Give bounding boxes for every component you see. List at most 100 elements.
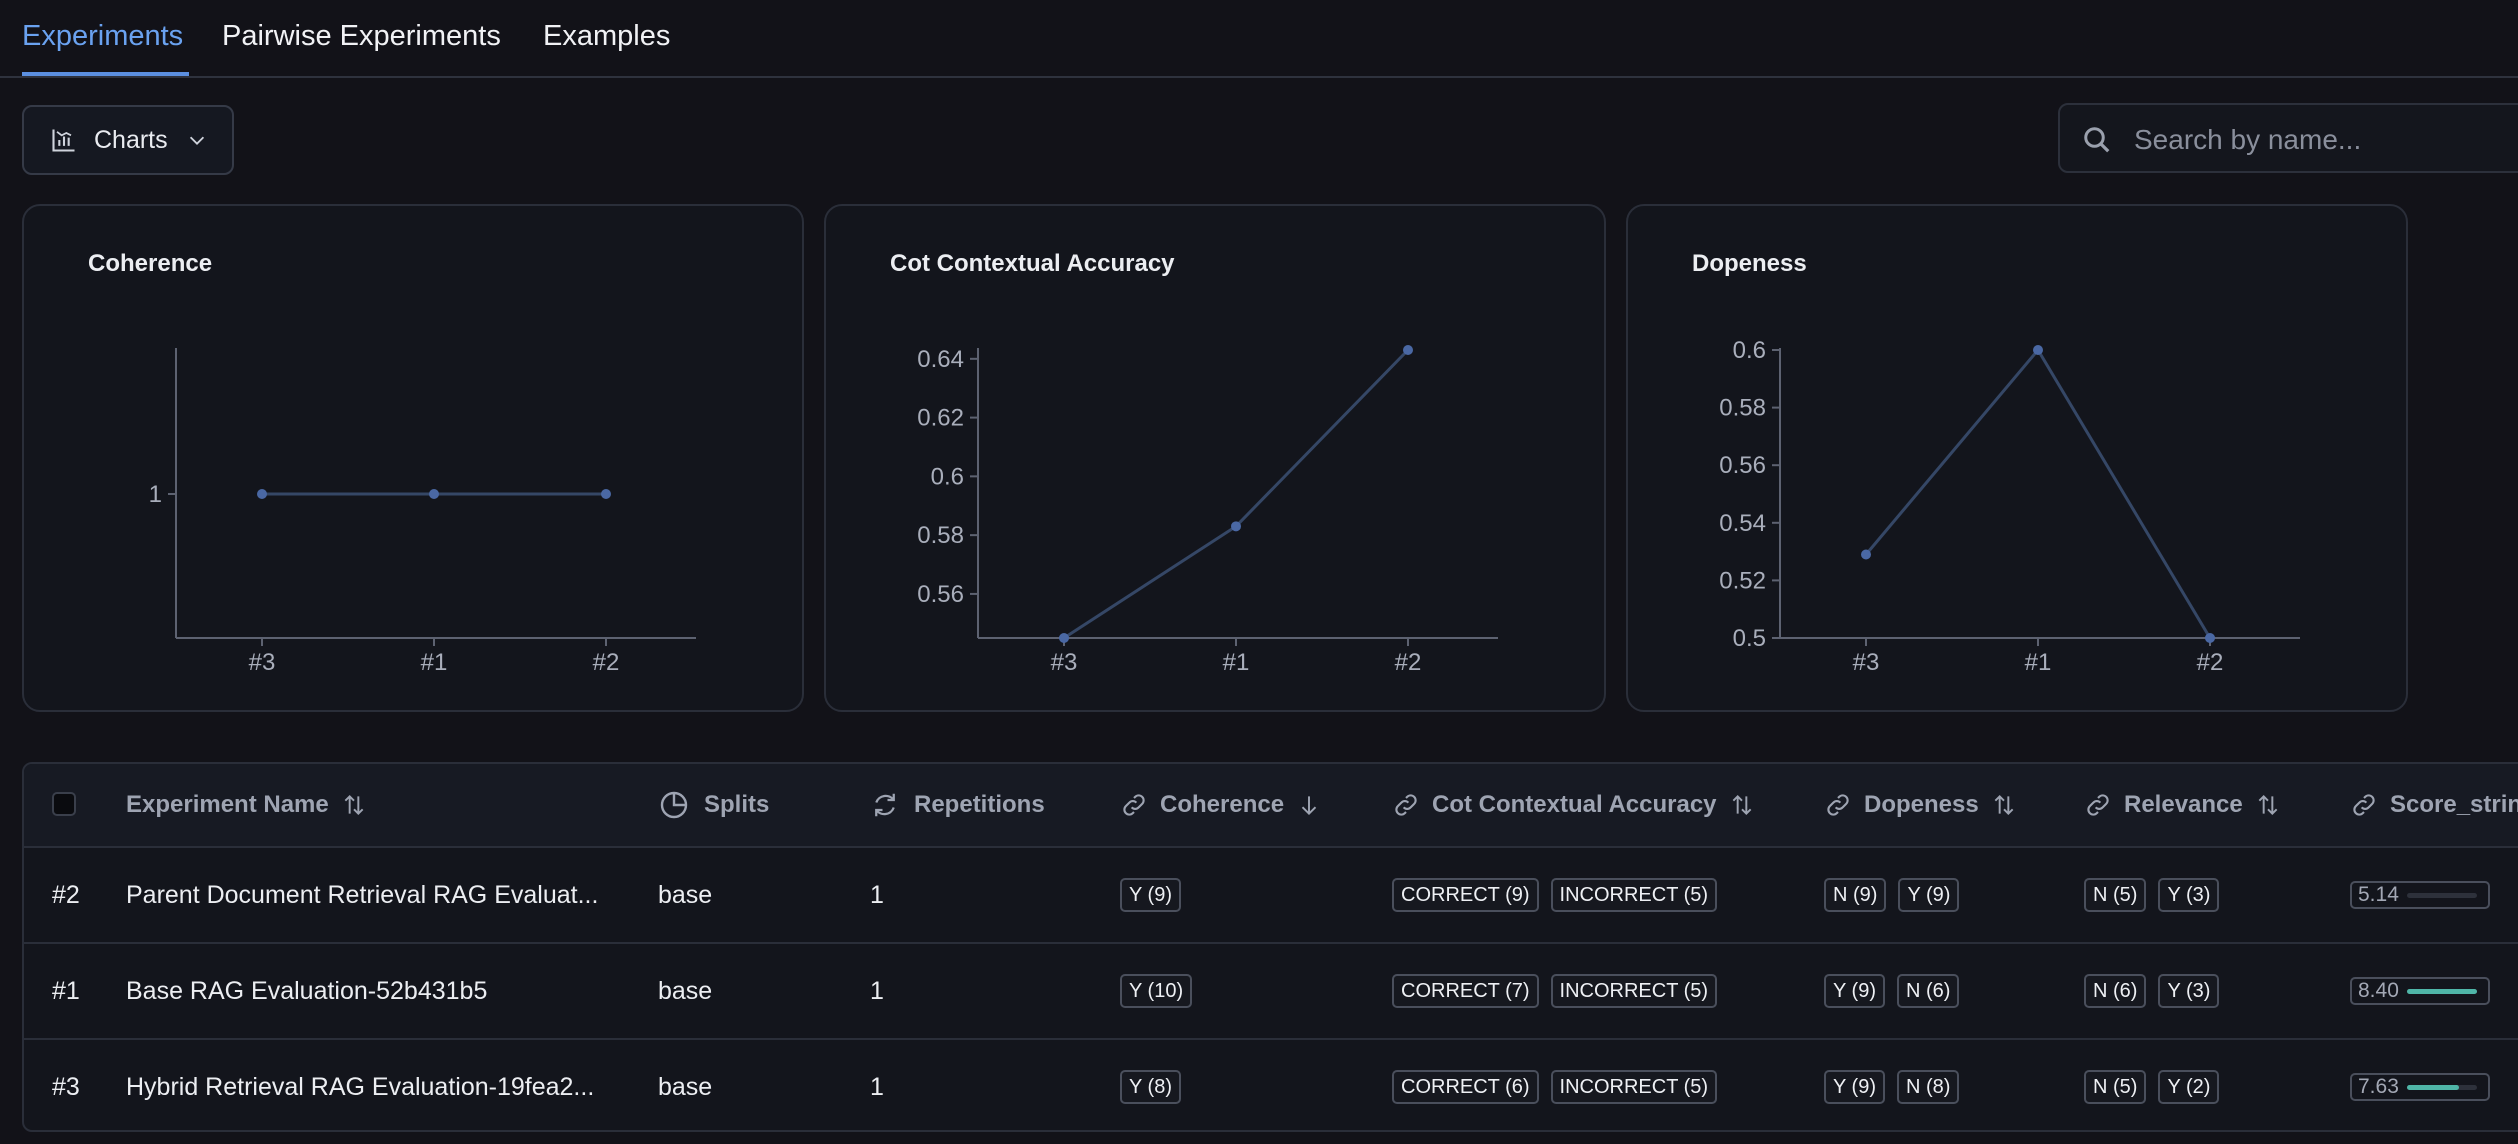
x-tick-label: #1 <box>1223 649 1250 676</box>
search-icon <box>2084 127 2110 153</box>
column-header-cot-contextual-accuracy[interactable]: Cot Contextual Accuracy <box>1392 764 1755 846</box>
column-header-label: Relevance <box>2124 791 2243 818</box>
score-value: 5.14 <box>2358 883 2399 906</box>
feedback-badge[interactable]: Y (9) <box>1824 1070 1885 1104</box>
feedback-badge[interactable]: N (6) <box>1896 974 1960 1008</box>
repetitions-value: 1 <box>870 880 884 909</box>
column-header-label: Dopeness <box>1864 791 1979 818</box>
splits-value: base <box>658 880 713 909</box>
column-header-score-string[interactable]: Score_strin <box>2350 764 2518 846</box>
feedback-badge[interactable]: Y (8) <box>1120 1070 1181 1104</box>
column-header-relevance[interactable]: Relevance <box>2084 764 2281 846</box>
experiment-name-link[interactable]: Hybrid Retrieval RAG Evaluation-19fea2..… <box>126 1040 594 1130</box>
relevance-badges: N (5) Y (3) <box>2084 848 2231 942</box>
y-tick-label: 0.54 <box>1719 510 1766 537</box>
chart-plot-dopeness: 0.6 0.58 0.56 0.54 0.52 0.5 #3 #1 #2 <box>1719 337 2300 676</box>
y-tick-label: 0.64 <box>917 346 964 373</box>
feedback-badge[interactable]: Y (3) <box>2158 878 2220 912</box>
search-input[interactable] <box>2132 117 2516 163</box>
data-point <box>257 489 267 499</box>
tab-examples[interactable]: Examples <box>543 20 670 53</box>
feedback-badge[interactable]: Y (2) <box>2158 1070 2220 1104</box>
feedback-badge[interactable]: Y (9) <box>1120 878 1181 912</box>
tab-bar: Experiments Pairwise Experiments Example… <box>0 0 2518 78</box>
y-tick-label: 0.58 <box>1719 395 1766 422</box>
column-header-dopeness[interactable]: Dopeness <box>1824 764 2017 846</box>
y-tick-label: 0.56 <box>1719 452 1766 479</box>
column-header-label: Splits <box>704 791 770 818</box>
dopeness-badges: Y (9) N (6) <box>1824 944 1971 1038</box>
score-bar[interactable]: 8.40 <box>2350 977 2490 1005</box>
charts-button-label: Charts <box>94 125 168 154</box>
data-point <box>1403 345 1413 355</box>
feedback-badge[interactable]: N (8) <box>1896 1070 1960 1104</box>
feedback-badge[interactable]: N (5) <box>2084 878 2147 912</box>
score-track <box>2406 1084 2477 1090</box>
score-cell: 8.40 <box>2350 944 2490 1038</box>
dopeness-badges: Y (9) N (8) <box>1824 1040 1971 1130</box>
repetitions-value: 1 <box>870 1072 884 1101</box>
column-header-label: Coherence <box>1160 791 1285 818</box>
chart-bars-icon <box>52 129 75 152</box>
splits-value: base <box>658 976 713 1005</box>
link-icon <box>1123 794 1145 816</box>
experiment-name-link[interactable]: Base RAG Evaluation-52b431b5 <box>126 944 487 1038</box>
sort-desc-icon[interactable] <box>1296 792 1322 818</box>
y-tick-label: 0.52 <box>1719 567 1766 594</box>
score-bar[interactable]: 7.63 <box>2350 1073 2490 1101</box>
table-row[interactable]: #2 Parent Document Retrieval RAG Evaluat.… <box>24 848 2518 944</box>
column-header-label: Experiment Name <box>126 791 329 818</box>
sort-icon[interactable] <box>2255 792 2281 818</box>
x-tick-label: #2 <box>593 649 620 676</box>
feedback-badge[interactable]: Y (9) <box>1898 878 1960 912</box>
feedback-badge[interactable]: N (6) <box>2084 974 2147 1008</box>
coherence-badges: Y (10) <box>1120 944 1204 1038</box>
experiment-name-link[interactable]: Parent Document Retrieval RAG Evaluat... <box>126 848 598 942</box>
chart-plot-coherence: 1 #3 #1 #2 <box>149 348 696 676</box>
sort-icon[interactable] <box>1729 792 1755 818</box>
tab-pairwise-experiments[interactable]: Pairwise Experiments <box>222 20 501 53</box>
feedback-badge[interactable]: CORRECT (9) <box>1392 878 1539 912</box>
feedback-badge[interactable]: INCORRECT (5) <box>1550 878 1718 912</box>
y-tick-label: 0.6 <box>1733 337 1766 364</box>
splits-value: base <box>658 1072 713 1101</box>
column-header-label: Repetitions <box>914 791 1045 818</box>
table-row[interactable]: #3 Hybrid Retrieval RAG Evaluation-19fea2… <box>24 1040 2518 1130</box>
feedback-badge[interactable]: Y (9) <box>1824 974 1885 1008</box>
charts-dropdown-button[interactable]: Charts <box>22 105 234 175</box>
x-tick-label: #3 <box>1051 649 1078 676</box>
chart-plot-cot-contextual-accuracy: 0.64 0.62 0.6 0.58 0.56 #3 #1 #2 <box>917 345 1498 676</box>
column-header-coherence[interactable]: Coherence <box>1120 764 1322 846</box>
score-bar[interactable]: 5.14 <box>2350 881 2490 909</box>
relevance-badges: N (5) Y (2) <box>2084 1040 2231 1130</box>
sort-icon[interactable] <box>341 792 367 818</box>
data-point <box>2033 345 2043 355</box>
feedback-badge[interactable]: N (9) <box>1824 878 1887 912</box>
feedback-badge[interactable]: Y (10) <box>1120 974 1193 1008</box>
series-line <box>1063 348 1410 640</box>
table-row[interactable]: #1 Base RAG Evaluation-52b431b5 base 1 Y (10… <box>24 944 2518 1040</box>
column-header-repetitions[interactable]: Repetitions <box>870 764 1045 846</box>
score-fill <box>2406 1084 2460 1090</box>
link-icon <box>1827 794 1849 816</box>
data-point <box>1059 633 1069 643</box>
feedback-badge[interactable]: CORRECT (6) <box>1392 1070 1539 1104</box>
sort-icon[interactable] <box>1991 792 2017 818</box>
row-id: #1 <box>52 976 80 1005</box>
active-tab-indicator <box>22 72 189 76</box>
feedback-badge[interactable]: INCORRECT (5) <box>1550 1070 1718 1104</box>
column-header-experiment-name[interactable]: Experiment Name <box>126 764 367 846</box>
x-tick-label: #3 <box>1853 649 1880 676</box>
feedback-badge[interactable]: CORRECT (7) <box>1392 974 1539 1008</box>
feedback-badge[interactable]: N (5) <box>2084 1070 2147 1104</box>
data-point <box>1231 521 1241 532</box>
feedback-badge[interactable]: INCORRECT (5) <box>1550 974 1718 1008</box>
tab-experiments[interactable]: Experiments <box>22 20 183 53</box>
cot-accuracy-badges: CORRECT (7) INCORRECT (5) <box>1392 944 1729 1038</box>
select-all-checkbox[interactable] <box>52 792 76 816</box>
dopeness-badges: N (9) Y (9) <box>1824 848 1971 942</box>
feedback-badge[interactable]: Y (3) <box>2158 974 2220 1008</box>
column-header-splits[interactable]: Splits <box>658 764 769 846</box>
repetitions-value: 1 <box>870 976 884 1005</box>
x-tick-label: #2 <box>1395 649 1422 676</box>
